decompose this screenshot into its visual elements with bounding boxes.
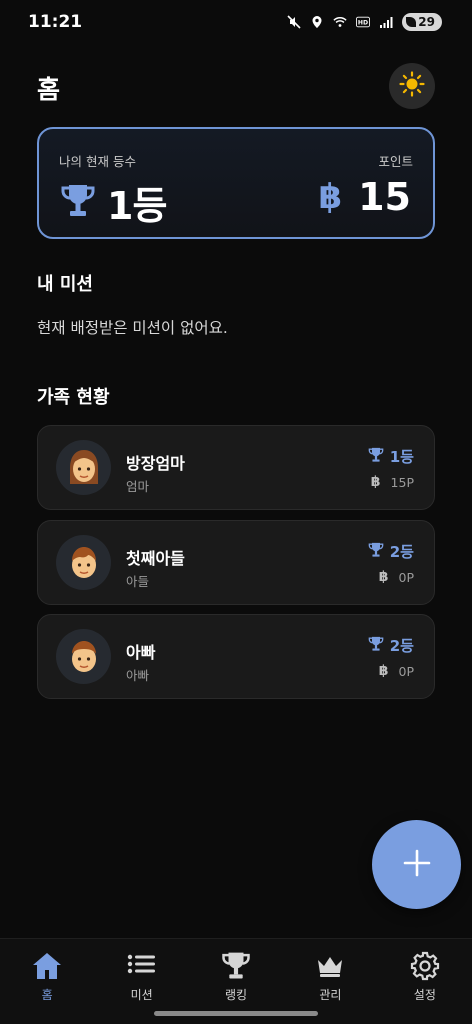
member-name: 첫째아들 bbox=[126, 549, 185, 568]
nav-label: 관리 bbox=[319, 988, 342, 1002]
nav-label: 랭킹 bbox=[224, 988, 248, 1002]
man-avatar bbox=[56, 629, 111, 684]
list-icon bbox=[126, 951, 158, 981]
home-indicator[interactable] bbox=[154, 1011, 318, 1016]
my-rank-card: 나의 현재 등수 포인트 1등 ฿ 15 bbox=[37, 127, 435, 239]
trophy-icon bbox=[220, 951, 252, 981]
member-rank: 2등 bbox=[368, 635, 414, 656]
hd-icon: HD bbox=[356, 15, 371, 29]
member-rank-value: 2등 bbox=[389, 543, 414, 561]
nav-label: 미션 bbox=[130, 988, 153, 1002]
member-role: 아들 bbox=[126, 574, 150, 589]
rank-value: 1등 bbox=[107, 184, 167, 228]
member-points-value: 0P bbox=[398, 663, 415, 679]
member-points-value: 0P bbox=[398, 569, 415, 585]
add-button[interactable] bbox=[372, 820, 461, 909]
battery-icon: 29 bbox=[402, 13, 442, 31]
location-icon bbox=[310, 15, 324, 29]
points-value-group: ฿ 15 bbox=[318, 175, 411, 219]
member-rank: 2등 bbox=[368, 541, 414, 562]
member-rank: 1등 bbox=[368, 446, 414, 467]
home-icon bbox=[31, 951, 63, 981]
nav-item-home[interactable]: 홈 bbox=[0, 939, 94, 1024]
member-role: 엄마 bbox=[126, 479, 150, 494]
baht-icon: ฿ bbox=[378, 569, 389, 585]
wifi-icon bbox=[333, 15, 347, 29]
boy-avatar bbox=[56, 535, 111, 590]
member-name: 방장엄마 bbox=[126, 454, 185, 473]
signal-icon bbox=[379, 15, 393, 29]
trophy-icon bbox=[61, 183, 95, 223]
nav-label: 설정 bbox=[413, 988, 436, 1002]
rank-label: 나의 현재 등수 bbox=[59, 154, 136, 169]
member-points: ฿ 0P bbox=[379, 663, 414, 679]
battery-level: 29 bbox=[418, 15, 435, 29]
rank-value-group: 1등 bbox=[61, 175, 167, 230]
points-label: 포인트 bbox=[378, 154, 413, 169]
trophy-icon bbox=[368, 447, 384, 467]
sun-icon bbox=[399, 71, 425, 101]
svg-text:HD: HD bbox=[358, 20, 368, 27]
family-member-card[interactable]: 방장엄마 엄마 1등 ฿ 15P bbox=[37, 425, 435, 510]
baht-icon: ฿ bbox=[370, 474, 381, 490]
missions-empty-text: 현재 배정받은 미션이 없어요. bbox=[37, 319, 228, 337]
baht-icon: ฿ bbox=[378, 663, 389, 679]
gear-icon bbox=[409, 951, 441, 981]
status-bar: 11:21 HD 29 bbox=[0, 0, 472, 44]
woman-avatar bbox=[56, 440, 111, 495]
baht-icon: ฿ bbox=[318, 177, 343, 217]
nav-item-settings[interactable]: 설정 bbox=[378, 939, 472, 1024]
page-title: 홈 bbox=[37, 75, 61, 104]
mute-icon bbox=[287, 15, 301, 29]
family-member-card[interactable]: 첫째아들 아들 2등 ฿ 0P bbox=[37, 520, 435, 605]
nav-label: 홈 bbox=[41, 988, 53, 1002]
status-icons: HD 29 bbox=[287, 13, 442, 31]
member-points: ฿ 15P bbox=[371, 474, 414, 490]
crown-icon bbox=[314, 951, 346, 981]
family-member-card[interactable]: 아빠 아빠 2등 ฿ 0P bbox=[37, 614, 435, 699]
battery-leaf-icon bbox=[406, 17, 417, 27]
trophy-icon bbox=[368, 542, 384, 562]
missions-section-title: 내 미션 bbox=[37, 274, 93, 295]
plus-icon bbox=[402, 848, 432, 882]
trophy-icon bbox=[368, 636, 384, 656]
family-section-title: 가족 현황 bbox=[37, 387, 110, 408]
status-time: 11:21 bbox=[28, 12, 83, 32]
theme-toggle-button[interactable] bbox=[389, 63, 435, 109]
member-rank-value: 1등 bbox=[389, 448, 414, 466]
member-name: 아빠 bbox=[126, 643, 156, 662]
member-rank-value: 2등 bbox=[389, 637, 414, 655]
points-value: 15 bbox=[358, 175, 411, 219]
member-points-value: 15P bbox=[390, 474, 414, 490]
member-role: 아빠 bbox=[126, 668, 150, 683]
member-points: ฿ 0P bbox=[379, 569, 414, 585]
